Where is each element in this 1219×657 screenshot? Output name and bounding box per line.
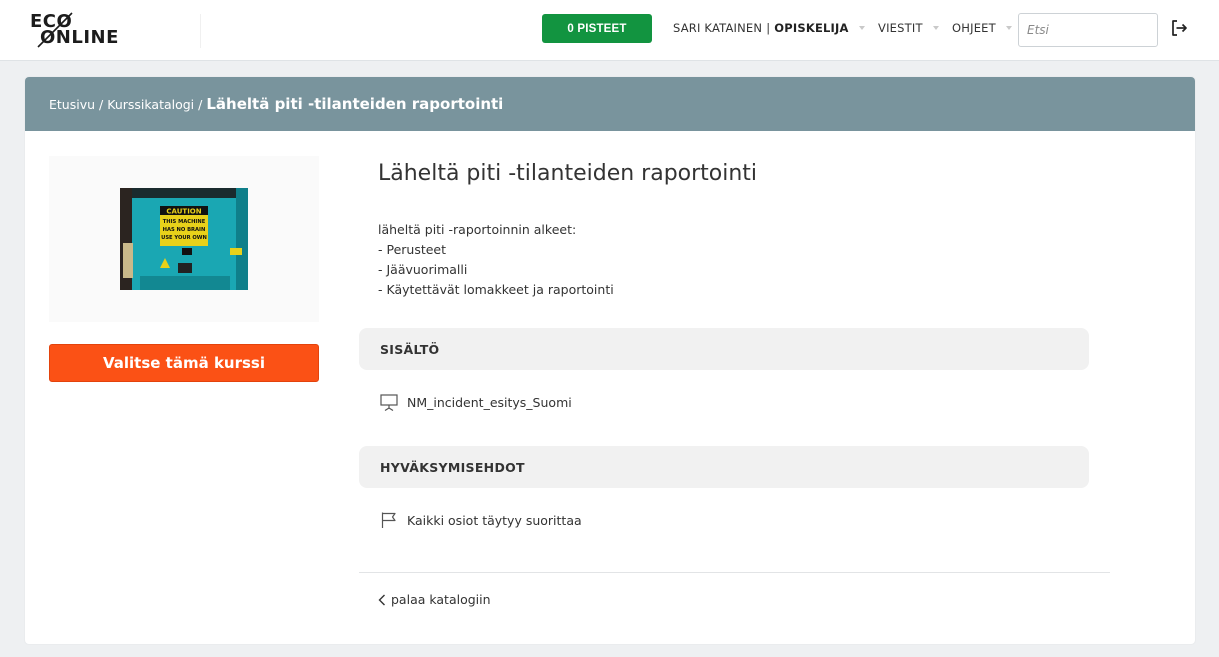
back-link-label: palaa katalogiin (391, 592, 491, 607)
chevron-left-icon (378, 594, 385, 605)
search-input[interactable] (1018, 13, 1158, 47)
description-line: - Perusteet (378, 242, 447, 257)
user-role: OPISKELIJA (774, 21, 849, 35)
criteria-section-heading: HYVÄKSYMISEHDOT (359, 446, 1089, 488)
content-section-heading: SISÄLTÖ (359, 328, 1089, 370)
breadcrumb-current: Läheltä piti -tilanteiden raportointi (206, 95, 504, 113)
breadcrumb-separator: / (198, 96, 203, 112)
messages-menu[interactable]: VIESTIT (878, 21, 939, 35)
select-course-button[interactable]: Valitse tämä kurssi (49, 344, 319, 382)
course-card: Etusivu / Kurssikatalogi / Läheltä piti … (25, 77, 1195, 644)
messages-label: VIESTIT (878, 21, 923, 35)
chevron-down-icon (1005, 26, 1012, 30)
content-item-label: NM_incident_esitys_Suomi (407, 394, 572, 410)
breadcrumb-home[interactable]: Etusivu (49, 97, 95, 112)
criterion-item: Kaikki osiot täytyy suorittaa (380, 511, 582, 529)
image-caution-line: HAS NO BRAIN (163, 227, 206, 233)
breadcrumb: Etusivu / Kurssikatalogi / Läheltä piti … (25, 77, 1195, 131)
user-separator: | (766, 21, 771, 35)
logout-icon[interactable] (1170, 19, 1188, 37)
image-caution-line: THIS MACHINE (163, 219, 206, 225)
user-name: SARI KATAINEN (673, 21, 763, 35)
top-navbar: ECO ONLINE 0 PISTEET SARI KATAINEN | OPI… (0, 0, 1219, 61)
chevron-down-icon (858, 26, 865, 30)
course-image-frame: CAUTION THIS MACHINE HAS NO BRAIN USE YO… (49, 156, 319, 322)
user-menu[interactable]: SARI KATAINEN | OPISKELIJA (673, 21, 865, 35)
section-divider (359, 572, 1110, 573)
content-item[interactable]: NM_incident_esitys_Suomi (380, 393, 572, 411)
help-menu[interactable]: OHJEET (952, 21, 1012, 35)
description-line: - Jäävuorimalli (378, 262, 468, 277)
course-description: läheltä piti -raportoinnin alkeet: - Per… (378, 220, 614, 300)
course-title: Läheltä piti -tilanteiden raportointi (378, 161, 758, 186)
description-line: - Käytettävät lomakkeet ja raportointi (378, 282, 614, 297)
presentation-icon (380, 394, 398, 411)
course-image: CAUTION THIS MACHINE HAS NO BRAIN USE YO… (120, 188, 248, 290)
image-caution-line: CAUTION (166, 208, 201, 216)
ecoonline-logo[interactable]: ECO ONLINE (30, 11, 120, 51)
help-label: OHJEET (952, 21, 996, 35)
breadcrumb-separator: / (99, 96, 104, 112)
flag-icon (381, 512, 396, 528)
chevron-down-icon (932, 26, 939, 30)
logo-text-bottom: ONLINE (40, 27, 119, 48)
image-caution-line: USE YOUR OWN (161, 235, 207, 241)
back-to-catalog-link[interactable]: palaa katalogiin (378, 592, 491, 607)
breadcrumb-catalog[interactable]: Kurssikatalogi (107, 97, 194, 112)
points-button[interactable]: 0 PISTEET (542, 14, 652, 43)
description-line: läheltä piti -raportoinnin alkeet: (378, 222, 577, 237)
criterion-item-label: Kaikki osiot täytyy suorittaa (407, 512, 582, 528)
navbar-divider (200, 14, 201, 48)
